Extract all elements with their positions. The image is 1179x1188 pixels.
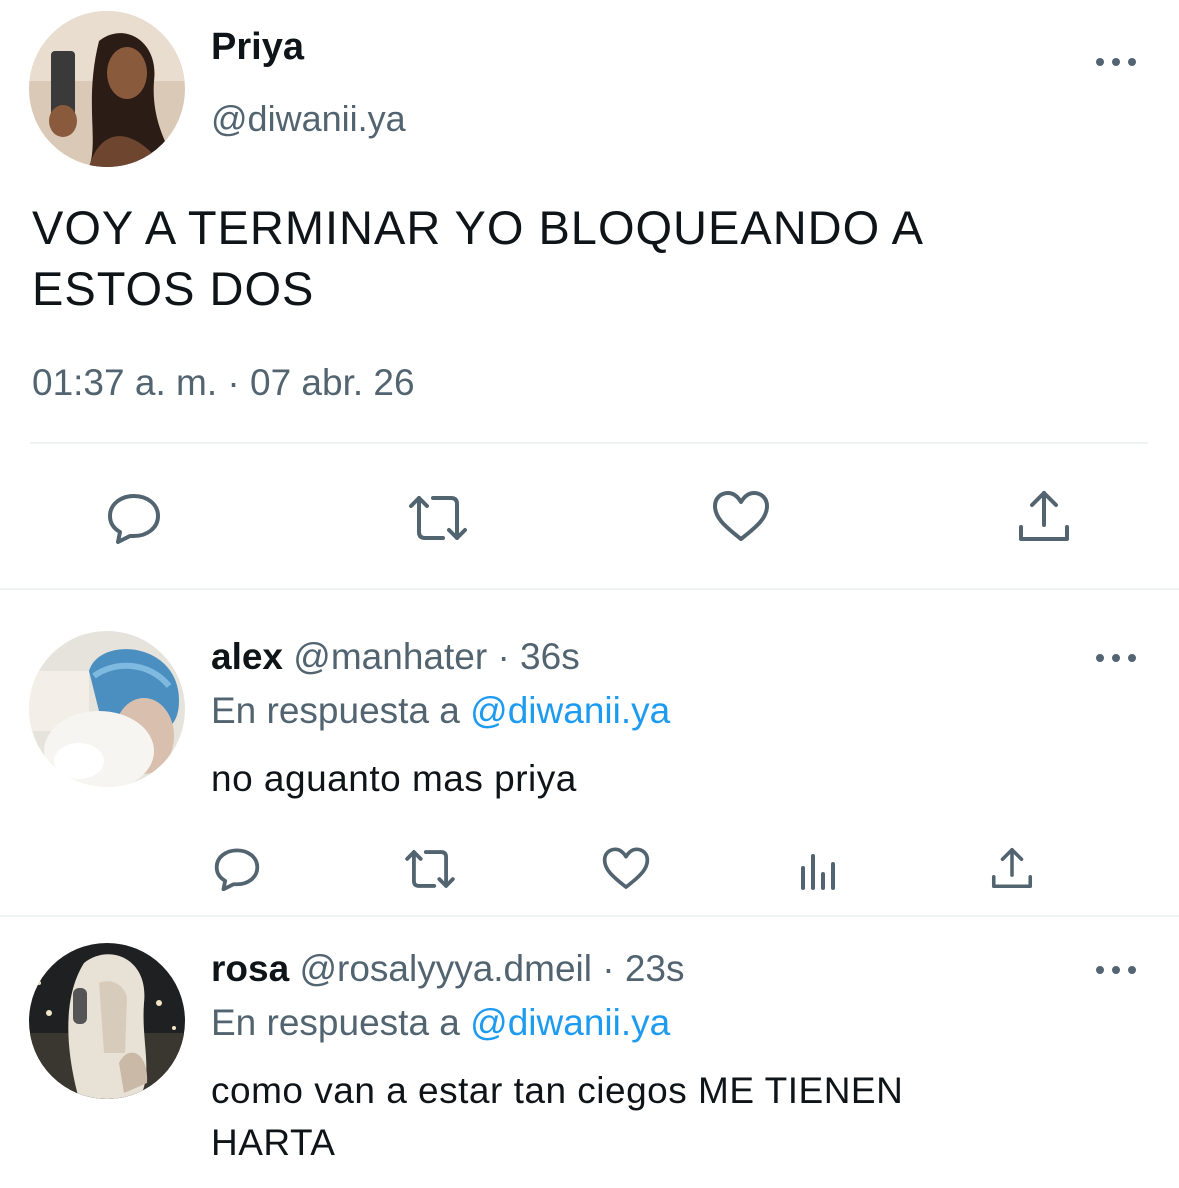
replying-to-handle[interactable]: @diwanii.ya [470, 690, 670, 731]
replying-to-label: En respuesta a [211, 1002, 460, 1043]
reply-text-line-2: HARTA [211, 1122, 336, 1163]
reply-icon[interactable] [212, 846, 262, 892]
tweet-text-line-2: ESTOS DOS [32, 262, 315, 315]
like-icon[interactable] [600, 846, 652, 892]
thread-divider [0, 588, 1179, 590]
replying-to: En respuesta a @diwanii.ya [211, 690, 670, 732]
share-icon[interactable] [1014, 486, 1074, 546]
tweet-text-line-1: VOY A TERMINAR YO BLOQUEANDO A [32, 201, 924, 254]
thread-divider [0, 915, 1179, 917]
reply-header: alex @manhater · 36s [211, 636, 580, 678]
user-handle[interactable]: @manhater [293, 636, 487, 677]
reply-icon[interactable] [104, 490, 164, 546]
user-handle[interactable]: @diwanii.ya [211, 98, 406, 140]
views-icon[interactable] [796, 846, 840, 892]
retweet-icon[interactable] [404, 490, 472, 546]
user-handle[interactable]: @rosalyyya.dmeil [299, 948, 592, 989]
like-icon[interactable] [710, 488, 772, 546]
display-name[interactable]: rosa [211, 948, 289, 989]
avatar[interactable] [29, 11, 185, 167]
action-bar-divider [30, 442, 1148, 444]
replying-to-label: En respuesta a [211, 690, 460, 731]
avatar[interactable] [29, 631, 185, 787]
more-options-icon[interactable] [1096, 960, 1136, 980]
more-options-icon[interactable] [1096, 648, 1136, 668]
reply-text-line-1: como van a estar tan ciegos ME TIENEN [211, 1070, 904, 1111]
more-options-icon[interactable] [1096, 52, 1136, 72]
reply-header: rosa @rosalyyya.dmeil · 23s [211, 948, 685, 990]
reply-text-line-1: no aguanto mas priya [211, 758, 577, 799]
replying-to: En respuesta a @diwanii.ya [211, 1002, 670, 1044]
reply-time[interactable]: · 23s [602, 948, 684, 989]
replying-to-handle[interactable]: @diwanii.ya [470, 1002, 670, 1043]
retweet-icon[interactable] [400, 846, 460, 892]
reply-time[interactable]: · 36s [497, 636, 579, 677]
display-name[interactable]: Priya [211, 26, 304, 69]
share-icon[interactable] [988, 844, 1036, 892]
display-name[interactable]: alex [211, 636, 283, 677]
tweet-timestamp[interactable]: 01:37 a. m. · 07 abr. 26 [32, 362, 415, 404]
avatar[interactable] [29, 943, 185, 1099]
